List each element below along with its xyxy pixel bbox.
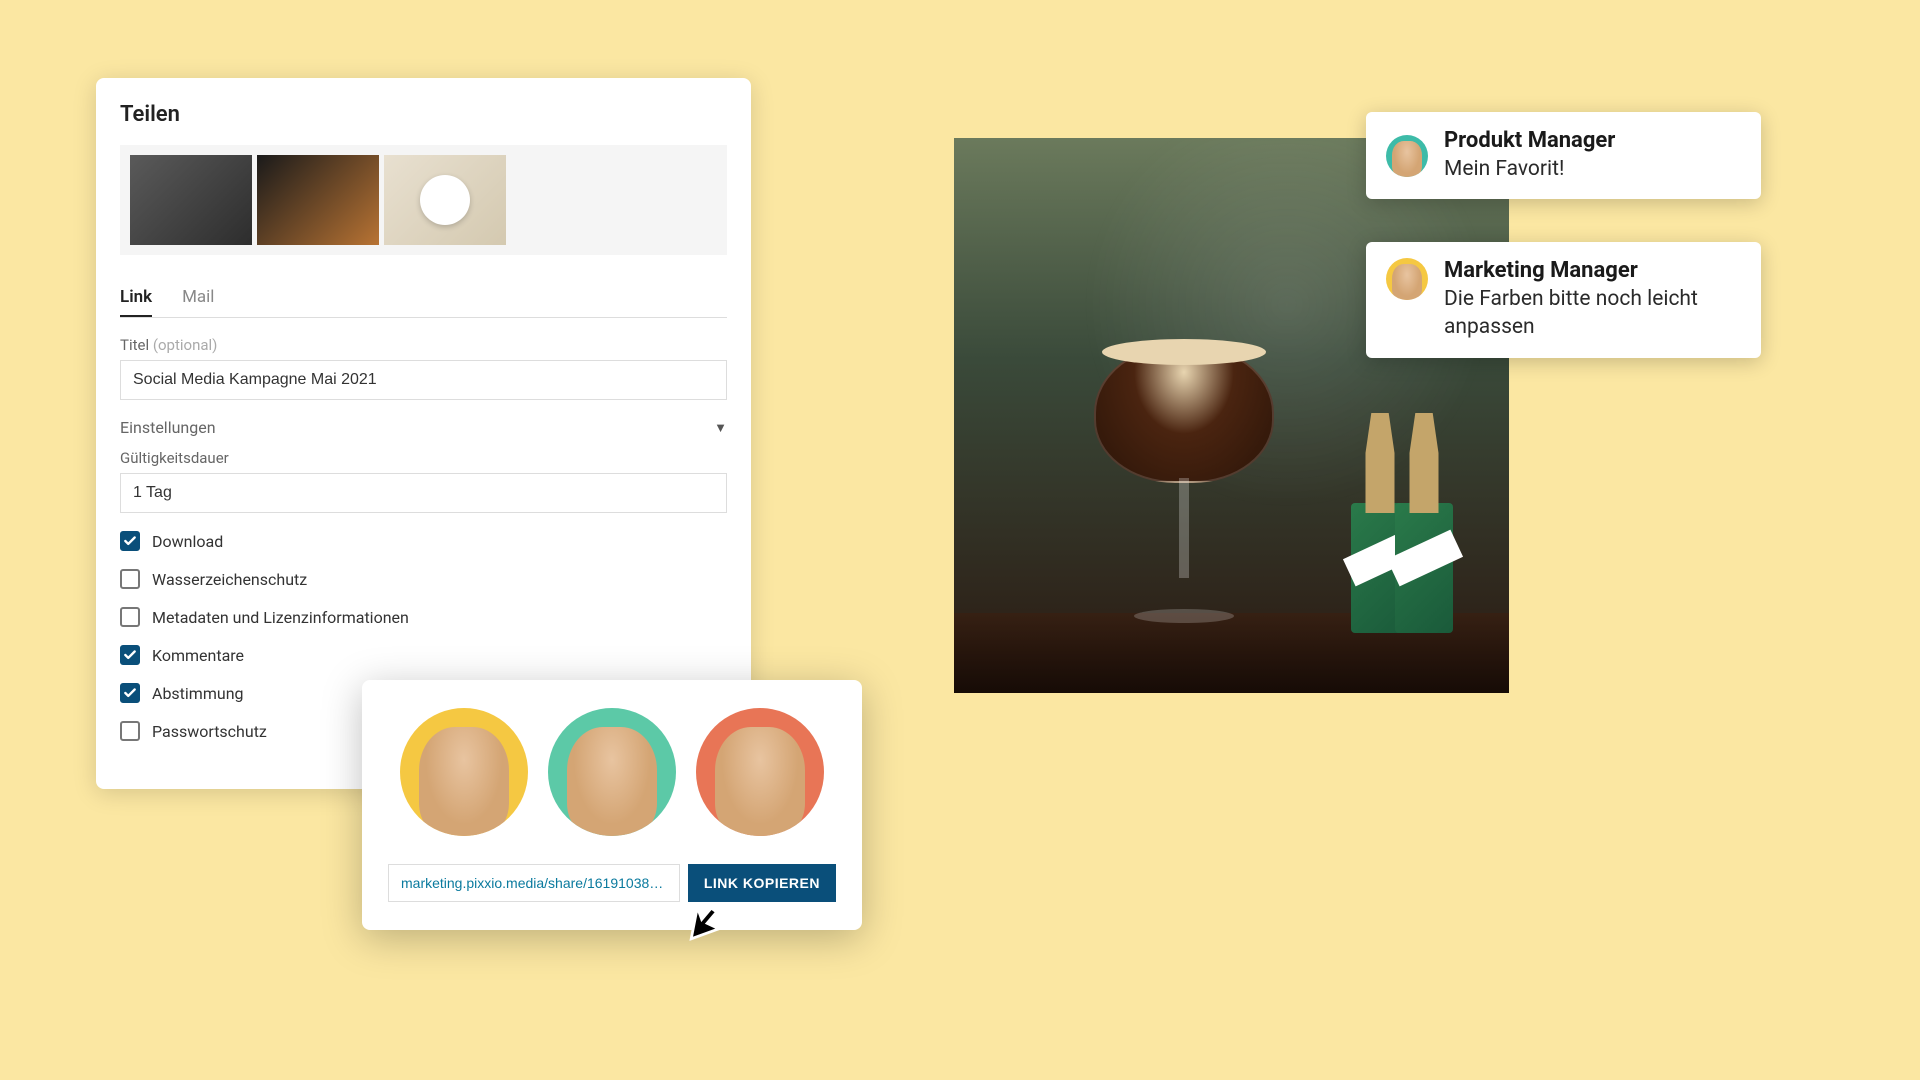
avatar [1386,135,1428,177]
thumbnail-item[interactable] [130,155,252,245]
title-input[interactable] [120,360,727,400]
comment-card[interactable]: Marketing Manager Die Farben bitte noch … [1366,242,1761,358]
checkbox-icon [120,569,140,589]
avatar [1386,258,1428,300]
title-field-label: Titel (optional) [120,336,727,354]
checkbox-icon [120,645,140,665]
shared-with-avatars [388,708,836,836]
settings-toggle[interactable]: Einstellungen ▼ [120,418,727,437]
comment-text: Mein Favorit! [1444,155,1615,183]
tab-mail[interactable]: Mail [182,279,214,317]
thumbnail-strip [120,145,727,255]
checkbox-comments[interactable]: Kommentare [120,645,727,665]
tab-link[interactable]: Link [120,279,152,317]
comment-author: Produkt Manager [1444,128,1615,153]
thumbnail-item[interactable] [257,155,379,245]
thumbnail-item[interactable] [384,155,506,245]
comment-card[interactable]: Produkt Manager Mein Favorit! [1366,112,1761,199]
share-tabs: Link Mail [120,279,727,318]
checkbox-metadata[interactable]: Metadaten und Lizenzinformationen [120,607,727,627]
checkbox-watermark[interactable]: Wasserzeichenschutz [120,569,727,589]
checkbox-icon [120,683,140,703]
checkbox-icon [120,721,140,741]
share-dialog-title: Teilen [120,102,727,127]
checkbox-icon [120,531,140,551]
link-row: LINK KOPIEREN [388,864,836,902]
avatar[interactable] [400,708,528,836]
link-share-popup: LINK KOPIEREN [362,680,862,930]
caret-down-icon: ▼ [714,420,727,436]
avatar[interactable] [548,708,676,836]
product-preview-image[interactable] [954,138,1509,693]
checkbox-download[interactable]: Download [120,531,727,551]
comment-author: Marketing Manager [1444,258,1741,283]
validity-label: Gültigkeitsdauer [120,449,727,467]
checkbox-icon [120,607,140,627]
copy-link-button[interactable]: LINK KOPIEREN [688,864,836,902]
avatar[interactable] [696,708,824,836]
share-url-input[interactable] [388,864,680,902]
comment-text: Die Farben bitte noch leicht anpassen [1444,285,1741,342]
validity-input[interactable] [120,473,727,513]
